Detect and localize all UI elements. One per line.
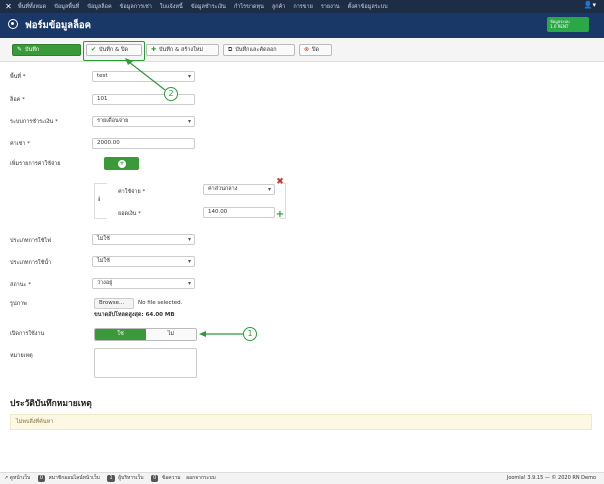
payment-label: ระบบการชำระเงิน * xyxy=(10,119,58,125)
main-menu: พื้นที่ทั้งหมด ข้อมูลพื้นที่ ข้อมูลล็อค … xyxy=(18,0,396,13)
system-badge[interactable]: ข้อมูลระบบ 1.0 RENT xyxy=(547,17,589,32)
no-file-text: No file selected. xyxy=(138,300,183,306)
menu-item[interactable]: ข้อมูลชำระเงิน xyxy=(191,3,226,11)
status-select[interactable]: ว่างอยู่ xyxy=(92,278,195,289)
messages-count: 0 xyxy=(151,475,159,482)
callout-arrows xyxy=(125,58,244,337)
visitors-label[interactable]: สมาชิกออนไลน์หน้าเว็บ xyxy=(49,475,100,481)
view-site-link[interactable]: ดูหน้าเว็บ xyxy=(10,475,30,481)
amount-label: ยอดเงิน * xyxy=(118,211,141,217)
top-navigation-bar: ✕ พื้นที่ทั้งหมด ข้อมูลพื้นที่ ข้อมูลล็อ… xyxy=(0,0,604,13)
toggle-no[interactable]: ไม่ xyxy=(145,329,196,340)
expense-select[interactable]: ค่าส่วนกลาง xyxy=(203,184,275,195)
highlight-box-save-close xyxy=(83,41,145,61)
admins-label[interactable]: ผู้บริหารเว็บ xyxy=(118,475,143,481)
joomla-logo-icon[interactable]: ✕ xyxy=(4,2,13,11)
image-label: รูปภาพ xyxy=(10,301,27,307)
browse-button[interactable]: Browse... xyxy=(94,298,134,309)
plus-icon: ✚ xyxy=(151,46,157,53)
close-label: ปิด xyxy=(312,47,320,53)
save-button-label: บันทึก xyxy=(25,47,40,53)
lock-input[interactable]: 101 xyxy=(92,94,195,105)
menu-item[interactable]: รายงาน xyxy=(321,3,340,11)
close-icon: ⊗ xyxy=(304,46,310,53)
add-row-icon[interactable]: + xyxy=(275,210,285,220)
arrow-1-head xyxy=(199,331,206,337)
lock-label: ล็อค * xyxy=(10,97,25,103)
drag-handle-icon[interactable]: ⁞ xyxy=(98,196,100,203)
enable-label: เปิดการใช้งาน xyxy=(10,331,45,337)
target-icon xyxy=(8,19,18,29)
expense-label: ค่าใช้จ่าย * xyxy=(118,189,146,195)
electric-type-select[interactable]: ไม่ใช้ xyxy=(92,234,195,245)
history-empty-alert: ไม่พบสิ่งที่ค้นหา xyxy=(10,414,592,430)
footer-left: ↗ ดูหน้าเว็บ 0 สมาชิกออนไลน์หน้าเว็บ 1 ผ… xyxy=(4,473,216,484)
page-title: ฟอร์มข้อมูลล็อค xyxy=(25,20,91,31)
save-copy-label: บันทึกและคัดลอก xyxy=(235,47,277,53)
save-new-button[interactable]: ✚ บันทึก & สร้างใหม่ xyxy=(146,44,219,56)
save-new-label: บันทึก & สร้างใหม่ xyxy=(159,47,204,53)
water-type-label: ประเภทการใช้น้ำ xyxy=(10,260,52,266)
area-select[interactable]: test xyxy=(92,71,195,82)
menu-item[interactable]: ใบแจ้งหนี้ xyxy=(160,3,183,11)
callout-number-1: 1 xyxy=(243,327,257,341)
copy-icon: ⧉ xyxy=(228,46,233,53)
rent-label: ค่าเช่า * xyxy=(10,141,30,147)
extra-expense-label: เพิ่มรายการค่าใช้จ่าย xyxy=(10,161,61,167)
admins-count: 1 xyxy=(107,475,115,482)
user-icon[interactable]: 👤▾ xyxy=(584,1,596,9)
rent-input[interactable]: 2000.00 xyxy=(92,138,195,149)
logout-link[interactable]: ออกจากระบบ xyxy=(186,475,216,481)
enable-toggle[interactable]: ใช่ ไม่ xyxy=(94,328,197,341)
note-textarea[interactable] xyxy=(94,348,197,378)
area-label: พื้นที่ * xyxy=(10,74,26,80)
menu-item[interactable]: พื้นที่ทั้งหมด xyxy=(18,3,46,11)
menu-item[interactable]: กำไรขาดทุน xyxy=(234,3,264,11)
electric-type-label: ประเภทการใช้ไฟ xyxy=(10,238,51,244)
water-type-select[interactable]: ไม่ใช้ xyxy=(92,256,195,267)
history-title: ประวัติบันทึกหมายเหตุ xyxy=(10,399,92,409)
remove-row-icon[interactable]: ✖ xyxy=(275,177,285,187)
note-label: หมายเหตุ xyxy=(10,353,33,359)
visitors-count: 0 xyxy=(37,475,46,482)
edit-icon: ✎ xyxy=(17,46,23,53)
badge-line-2: 1.0 RENT xyxy=(550,24,569,29)
menu-item[interactable]: การขาย xyxy=(293,3,312,11)
external-link-icon: ↗ xyxy=(4,475,9,481)
close-button[interactable]: ⊗ ปิด xyxy=(299,44,332,56)
status-footer: ↗ ดูหน้าเว็บ 0 สมาชิกออนไลน์หน้าเว็บ 1 ผ… xyxy=(0,472,604,484)
add-expense-button[interactable]: + xyxy=(104,157,139,170)
save-button[interactable]: ✎ บันทึก xyxy=(12,44,81,56)
max-size-text: ขนาดอัปโหลดสูงสุด: 64.00 MB xyxy=(94,312,175,318)
payment-select[interactable]: รายเดือนจ่าย xyxy=(92,116,195,127)
menu-item[interactable]: ตั้งค่าข้อมูลระบบ xyxy=(348,3,388,11)
messages-label[interactable]: ข้อความ xyxy=(162,475,181,481)
status-label: สถานะ * xyxy=(10,282,31,288)
callout-number-2: 2 xyxy=(164,87,178,101)
save-copy-button[interactable]: ⧉ บันทึกและคัดลอก xyxy=(223,44,295,56)
menu-item[interactable]: ข้อมูลการเช่า xyxy=(120,3,152,11)
toggle-yes[interactable]: ใช่ xyxy=(95,329,146,340)
amount-input[interactable]: 140.00 xyxy=(203,207,275,218)
add-circle-icon: + xyxy=(118,159,126,168)
menu-item[interactable]: ข้อมูลล็อค xyxy=(87,3,111,11)
page-title-bar: ฟอร์มข้อมูลล็อค ข้อมูลระบบ 1.0 RENT xyxy=(0,13,604,38)
version-text: Joomla! 3.9.15 — © 2020 RN Demo xyxy=(506,475,596,481)
menu-item[interactable]: ลูกค้า xyxy=(272,3,285,11)
menu-item[interactable]: ข้อมูลพื้นที่ xyxy=(54,3,79,11)
